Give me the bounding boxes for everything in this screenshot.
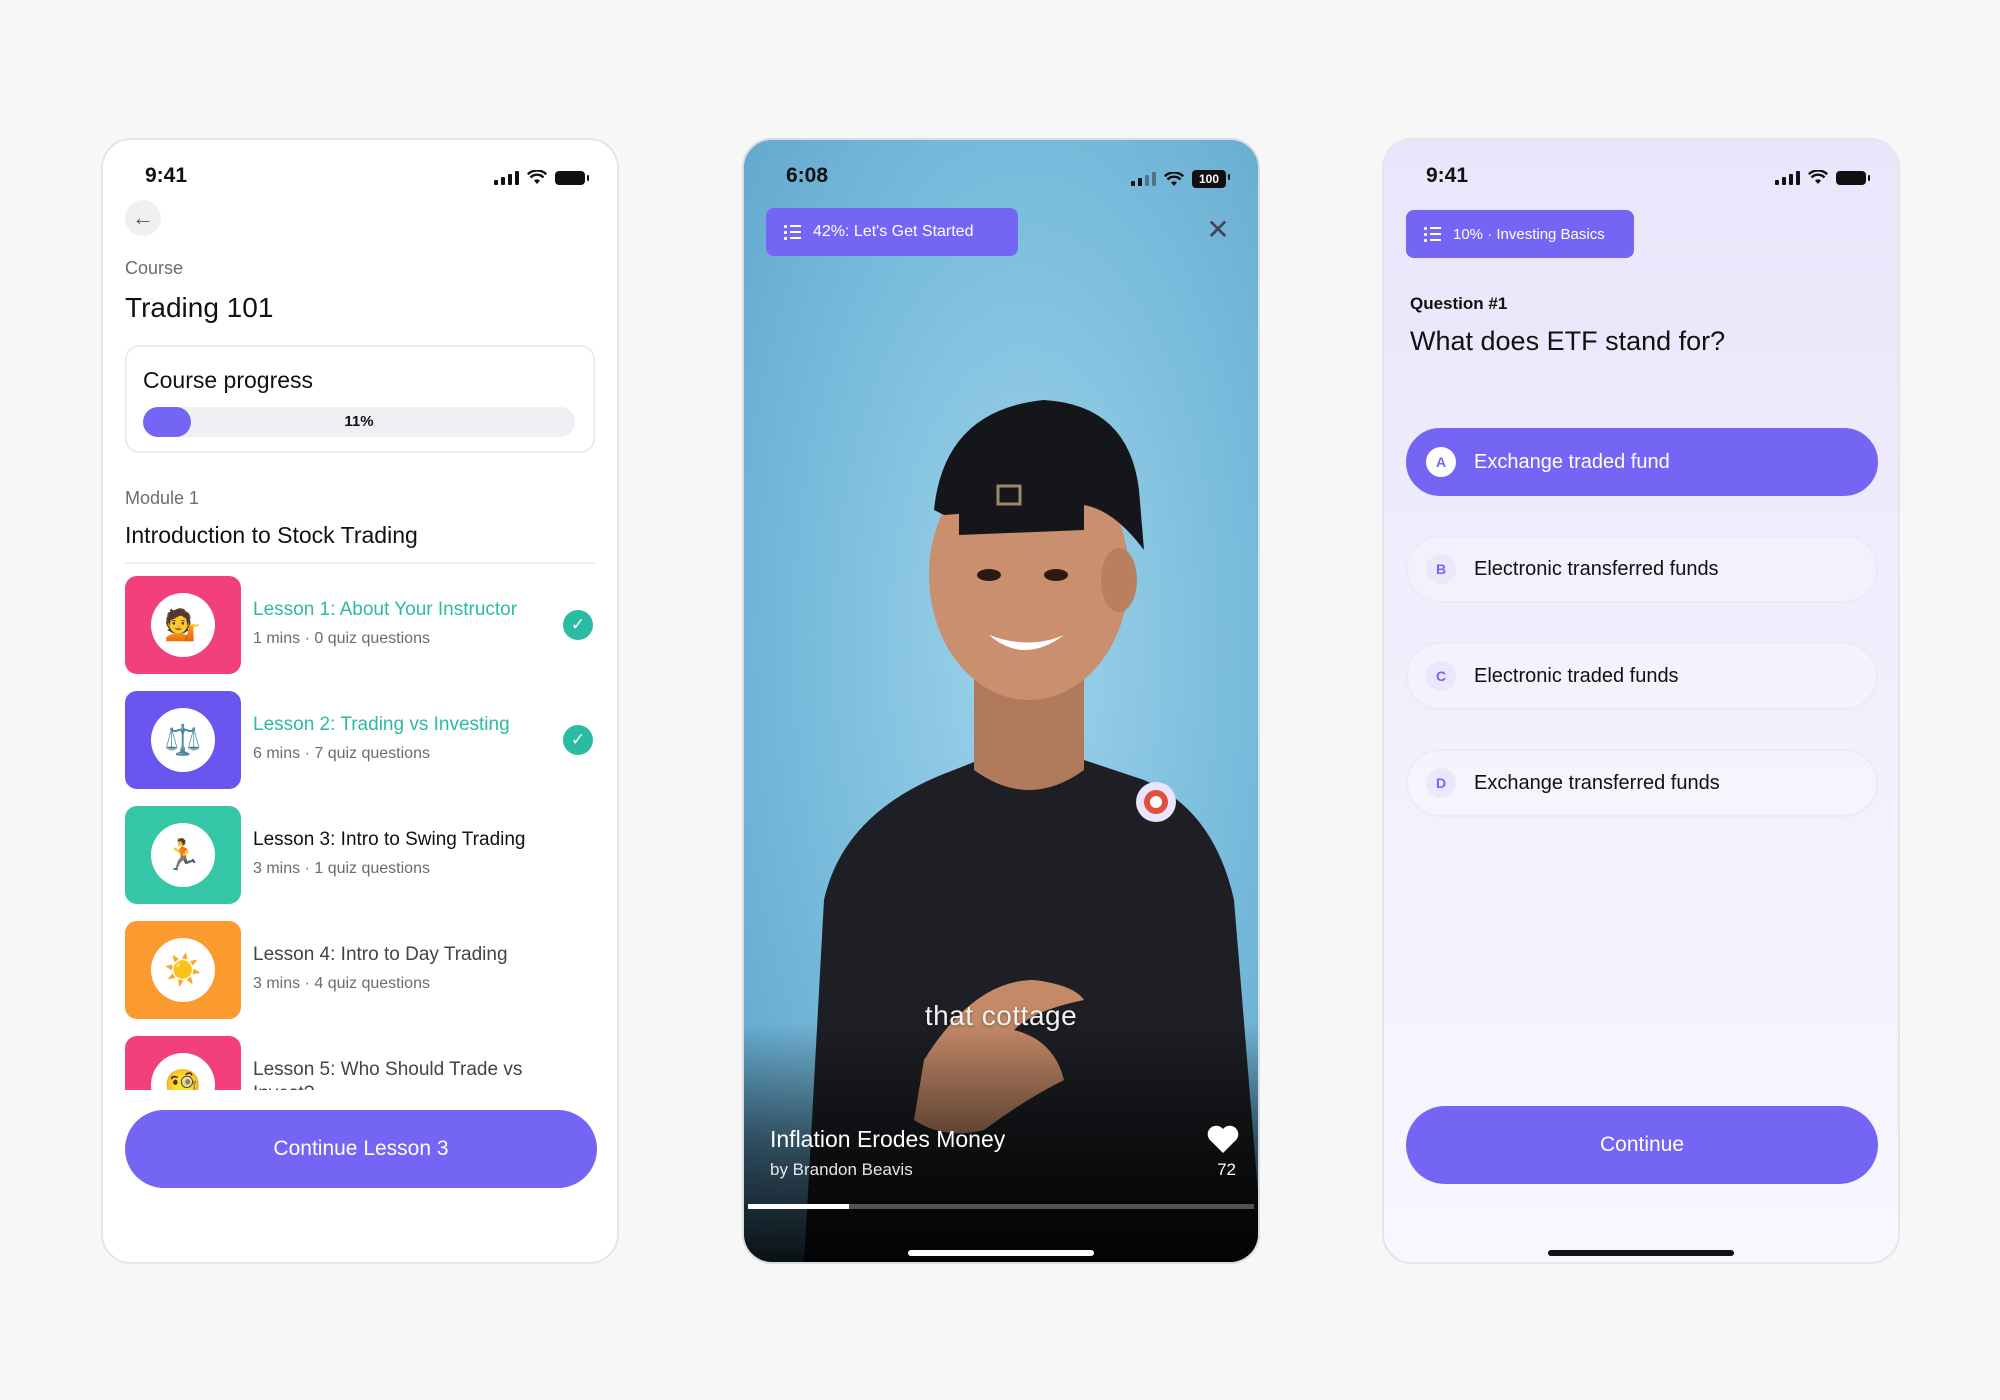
- signal-icon: [1131, 172, 1156, 186]
- wifi-icon: [527, 170, 547, 184]
- status-bar: 9:41: [1384, 158, 1898, 198]
- option-text: Exchange transferred funds: [1474, 771, 1720, 794]
- question-text: What does ETF stand for?: [1410, 326, 1726, 356]
- close-icon[interactable]: ✕: [1204, 216, 1232, 244]
- video-screen: 6:08 100 42%: Let's Get Started ✕ that c…: [742, 138, 1260, 1264]
- lesson-thumbnail: 🏃: [125, 806, 241, 904]
- check-icon: ✓: [563, 610, 593, 640]
- progress-pill[interactable]: 42%: Let's Get Started: [766, 208, 1018, 256]
- option-letter: B: [1426, 554, 1456, 584]
- monocle-face-icon: 🧐: [151, 1053, 215, 1090]
- wifi-icon: [1808, 170, 1828, 184]
- like-count: 72: [1217, 1160, 1236, 1179]
- option-text: Electronic traded funds: [1474, 664, 1679, 687]
- course-screen: 9:41 ← Course Trading 101 Course progres…: [101, 138, 619, 1264]
- answer-option-d[interactable]: D Exchange transferred funds: [1406, 749, 1878, 817]
- lesson-list: 💁 Lesson 1: About Your Instructor 1 mins ·…: [125, 576, 595, 1090]
- page-title: Trading 101: [125, 292, 274, 323]
- course-progress-label: Course progress: [143, 367, 314, 393]
- lesson-meta: 1 mins · 0 quiz questions: [253, 630, 430, 647]
- lesson-thumbnail: 🧐: [125, 1036, 241, 1090]
- lesson-item[interactable]: 🏃 Lesson 3: Intro to Swing Trading 3 mins …: [125, 806, 595, 904]
- lesson-title: Lesson 5: Who Should Trade vs Invest?: [253, 1059, 523, 1090]
- lesson-thumbnail: ⚖️: [125, 691, 241, 789]
- battery-icon: [1836, 170, 1870, 185]
- progress-pill-label: 10% · Investing Basics: [1453, 225, 1605, 243]
- lesson-meta: 3 mins · 4 quiz questions: [253, 975, 430, 992]
- home-indicator: [908, 1250, 1094, 1256]
- continue-lesson-button[interactable]: Continue Lesson 3: [125, 1110, 597, 1188]
- status-time: 6:08: [786, 164, 829, 187]
- video-scrubber[interactable]: [748, 1204, 1254, 1209]
- status-bar: 9:41: [103, 158, 617, 198]
- lesson-thumbnail: 💁: [125, 576, 241, 674]
- continue-button[interactable]: Continue: [1406, 1106, 1878, 1184]
- lesson-title: Lesson 4: Intro to Day Trading: [253, 944, 508, 965]
- option-letter: A: [1426, 447, 1456, 477]
- wifi-icon: [1164, 171, 1184, 186]
- lesson-item[interactable]: ☀️ Lesson 4: Intro to Day Trading 3 mins ·…: [125, 921, 595, 1019]
- video-author: by Brandon Beavis: [770, 1160, 913, 1179]
- battery-icon: 100: [1192, 170, 1230, 188]
- course-progress-card: Course progress 11%: [125, 345, 595, 453]
- sun-icon: ☀️: [151, 938, 215, 1002]
- list-icon: [784, 224, 801, 240]
- battery-level: 100: [1198, 172, 1220, 186]
- divider: [125, 562, 595, 564]
- option-text: Exchange traded fund: [1474, 450, 1670, 473]
- status-time: 9:41: [145, 164, 188, 187]
- course-kicker: Course: [125, 258, 184, 278]
- lesson-title: Lesson 1: About Your Instructor: [253, 599, 518, 620]
- video-title: Inflation Erodes Money: [770, 1126, 1006, 1152]
- signal-icon: [1775, 170, 1800, 185]
- course-progress-percent: 11%: [344, 413, 374, 430]
- back-button[interactable]: ←: [125, 200, 161, 236]
- status-bar: 6:08 100: [744, 158, 1258, 198]
- lesson-thumbnail: ☀️: [125, 921, 241, 1019]
- list-icon: [1424, 226, 1441, 242]
- lesson-meta: 3 mins · 1 quiz questions: [253, 860, 430, 877]
- option-text: Electronic transferred funds: [1474, 557, 1719, 580]
- question-number: Question #1: [1410, 294, 1508, 313]
- lesson-title: Lesson 3: Intro to Swing Trading: [253, 829, 526, 850]
- battery-icon: [555, 170, 589, 185]
- lesson-title: Lesson 2: Trading vs Investing: [253, 714, 510, 735]
- person-tipping-hand-icon: 💁: [151, 593, 215, 657]
- quiz-screen: 9:41 10% · Investing Basics Question #1 …: [1382, 138, 1900, 1264]
- lesson-item[interactable]: ⚖️ Lesson 2: Trading vs Investing 6 mins ·…: [125, 691, 595, 789]
- arrow-left-icon: ←: [132, 205, 154, 230]
- check-icon: ✓: [563, 725, 593, 755]
- video-played-bar: [748, 1204, 850, 1209]
- lesson-item[interactable]: 💁 Lesson 1: About Your Instructor 1 mins ·…: [125, 576, 595, 674]
- signal-icon: [494, 170, 519, 185]
- progress-pill-label: 42%: Let's Get Started: [813, 223, 974, 240]
- course-progress-bar: 11%: [143, 407, 575, 437]
- progress-pill[interactable]: 10% · Investing Basics: [1406, 210, 1634, 258]
- status-time: 9:41: [1426, 164, 1469, 187]
- option-letter: D: [1426, 768, 1456, 798]
- answer-option-a[interactable]: A Exchange traded fund: [1406, 428, 1878, 496]
- module-kicker: Module 1: [125, 488, 200, 508]
- answer-option-c[interactable]: C Electronic traded funds: [1406, 642, 1878, 710]
- heart-icon[interactable]: [1206, 1124, 1240, 1154]
- lesson-meta: 6 mins · 7 quiz questions: [253, 745, 430, 762]
- runner-icon: 🏃: [151, 823, 215, 887]
- answer-option-b[interactable]: B Electronic transferred funds: [1406, 535, 1878, 603]
- option-letter: C: [1426, 661, 1456, 691]
- scales-icon: ⚖️: [151, 708, 215, 772]
- module-title: Introduction to Stock Trading: [125, 522, 418, 548]
- lesson-item[interactable]: 🧐 Lesson 5: Who Should Trade vs Invest?: [125, 1036, 595, 1090]
- home-indicator: [1548, 1250, 1734, 1256]
